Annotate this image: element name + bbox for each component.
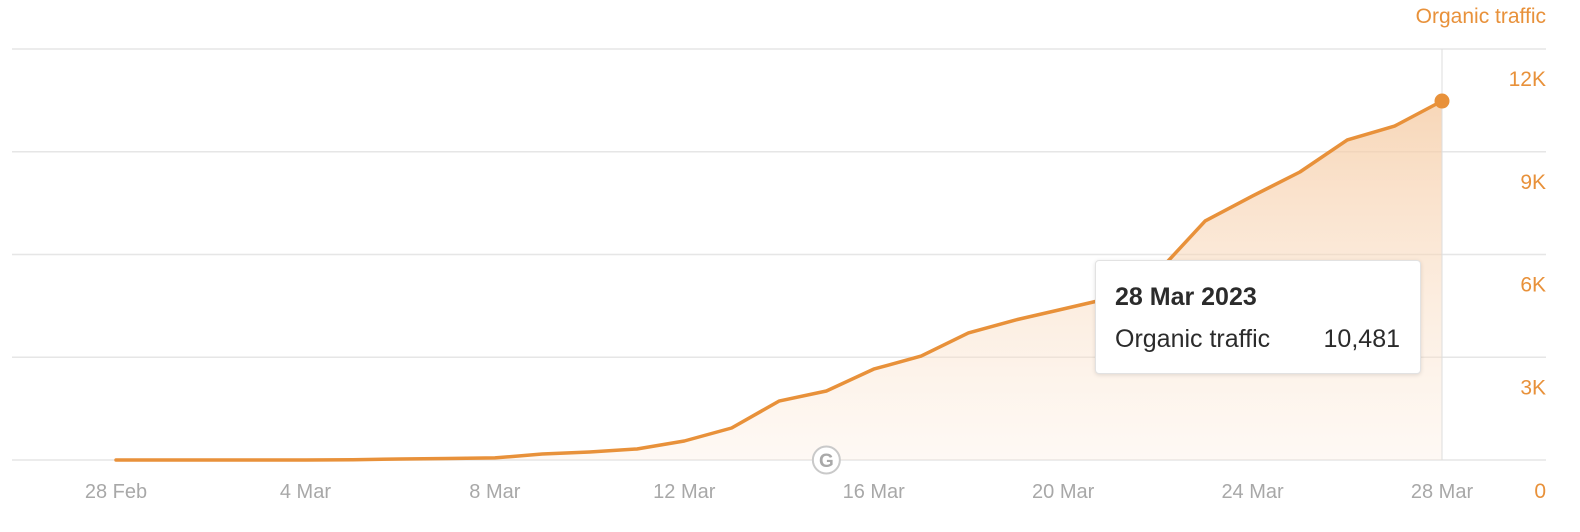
x-axis: 28 Feb 4 Mar 8 Mar 12 Mar 16 Mar 20 Mar 24 Mar…	[85, 481, 1474, 503]
tooltip-date: 28 Mar 2023	[1115, 283, 1257, 311]
y-tick-label: 0	[1534, 480, 1546, 503]
y-axis: 0 3K 6K 9K 12K	[1509, 68, 1546, 503]
tooltip-metric-label: Organic traffic	[1115, 325, 1271, 353]
x-tick-label: 20 Mar	[1032, 481, 1095, 503]
x-tick-label: 12 Mar	[653, 481, 716, 503]
tooltip-row: Organic traffic 10,481	[1115, 325, 1400, 354]
x-tick-label: 24 Mar	[1221, 481, 1284, 503]
x-tick-label: 8 Mar	[469, 481, 520, 503]
x-tick-label: 28 Feb	[85, 481, 147, 503]
y-tick-label: 12K	[1509, 68, 1546, 91]
google-update-label: G	[819, 451, 834, 472]
tooltip-metric-value: 10,481	[1323, 325, 1400, 353]
y-tick-label: 6K	[1520, 274, 1546, 297]
y-tick-label: 9K	[1520, 171, 1546, 194]
x-tick-label: 16 Mar	[843, 481, 906, 503]
google-update-marker[interactable]: G	[811, 445, 841, 475]
series-title: Organic traffic	[1415, 5, 1546, 28]
data-points	[1434, 93, 1450, 109]
x-tick-label: 28 Mar	[1411, 481, 1474, 503]
x-tick-label: 4 Mar	[280, 481, 331, 503]
highlighted-data-point[interactable]	[1434, 93, 1450, 109]
y-tick-label: 3K	[1520, 376, 1546, 399]
chart-tooltip: 28 Mar 2023 Organic traffic 10,481	[1095, 260, 1421, 374]
